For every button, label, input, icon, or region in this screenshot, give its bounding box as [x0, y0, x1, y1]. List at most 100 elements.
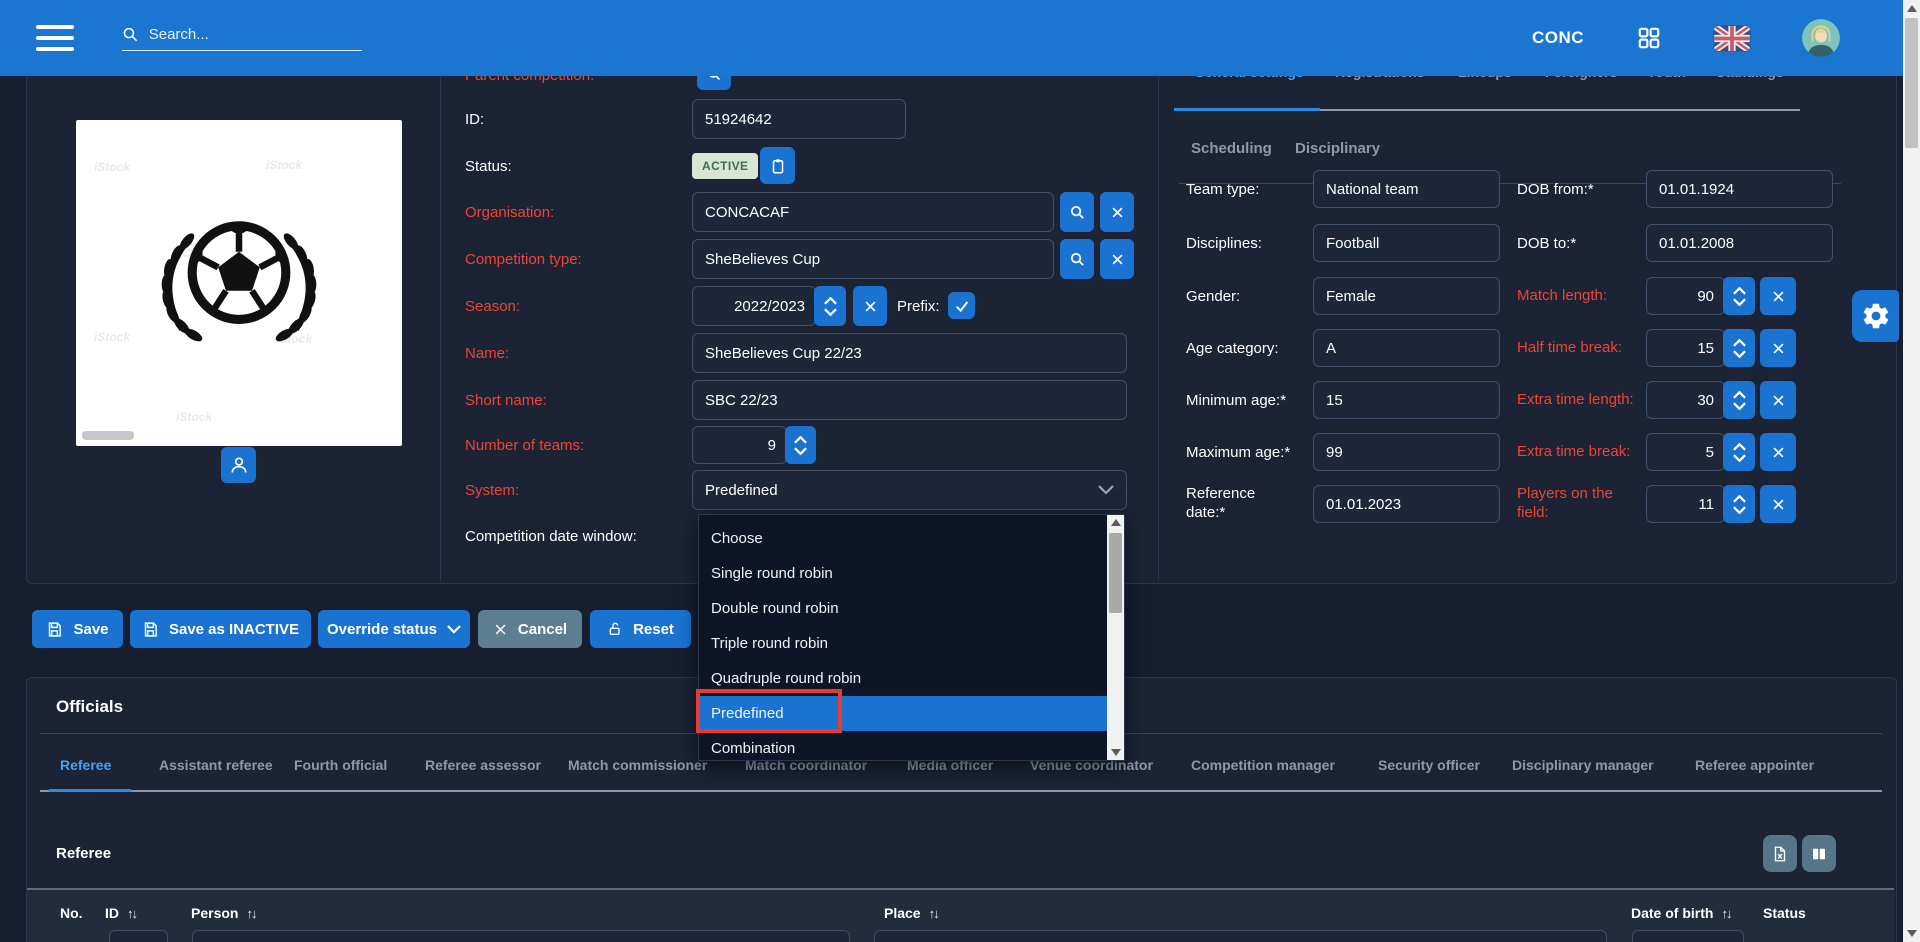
hamburger-menu-button[interactable] — [36, 25, 74, 51]
extra-time-break-stepper[interactable] — [1723, 433, 1755, 471]
column-header-place[interactable]: Place↑↓ — [884, 905, 938, 921]
players-on-field-field[interactable]: 11 — [1646, 485, 1725, 523]
dropdown-option-choose[interactable]: Choose — [699, 521, 1107, 556]
apps-grid-icon[interactable] — [1636, 25, 1662, 51]
team-type-field[interactable]: National team — [1313, 170, 1500, 208]
organisation-code[interactable]: CONC — [1532, 28, 1584, 48]
export-excel-button[interactable] — [1763, 835, 1797, 872]
columns-toggle-button[interactable] — [1802, 835, 1836, 872]
system-select[interactable]: Predefined — [692, 470, 1127, 510]
column-header-date-of-birth[interactable]: Date of birth↑↓ — [1631, 905, 1730, 921]
chevron-up-icon — [824, 297, 837, 305]
competition-type-search-button[interactable] — [1060, 239, 1094, 279]
gender-field[interactable]: Female — [1313, 277, 1500, 315]
prefix-checkbox[interactable] — [948, 292, 975, 319]
override-status-button[interactable]: Override status — [318, 610, 470, 648]
page-scrollbar-thumb[interactable] — [1905, 18, 1918, 148]
disciplines-field[interactable]: Football — [1313, 224, 1500, 262]
officials-tab-fourth-official[interactable]: Fourth official — [294, 757, 387, 773]
reference-date-field[interactable]: 01.01.2023 — [1313, 485, 1500, 523]
maximum-age-field[interactable]: 99 — [1313, 433, 1500, 471]
dropdown-scrollbar-thumb[interactable] — [1109, 533, 1122, 613]
extra-time-length-stepper[interactable] — [1723, 381, 1755, 419]
settings-gear-button[interactable] — [1852, 290, 1899, 342]
match-length-clear-button[interactable] — [1760, 277, 1796, 315]
tab-disciplinary[interactable]: Disciplinary — [1295, 140, 1380, 157]
season-field[interactable]: 2022/2023 — [692, 286, 816, 326]
dropdown-option-combination[interactable]: Combination — [699, 731, 1107, 761]
extra-time-break-field[interactable]: 5 — [1646, 433, 1725, 471]
close-icon — [1771, 445, 1786, 460]
prefix-label: Prefix: — [897, 286, 940, 326]
page-scrollbar[interactable] — [1903, 0, 1920, 942]
match-length-stepper[interactable] — [1723, 277, 1755, 315]
tab-scheduling[interactable]: Scheduling — [1191, 140, 1272, 157]
cancel-button[interactable]: Cancel — [478, 610, 582, 648]
players-on-field-stepper[interactable] — [1723, 485, 1755, 523]
half-time-break-clear-button[interactable] — [1760, 329, 1796, 367]
officials-tab-match-commissioner[interactable]: Match commissioner — [568, 757, 707, 773]
watermark-text: iStock — [176, 410, 212, 424]
extra-time-length-field[interactable]: 30 — [1646, 381, 1725, 419]
date-of-birth-filter-input[interactable] — [1632, 930, 1744, 942]
organisation-clear-button[interactable] — [1100, 192, 1134, 232]
officials-tab-security-officer[interactable]: Security officer — [1378, 757, 1480, 773]
players-on-field-label: Players on the field: — [1517, 485, 1639, 523]
id-field[interactable]: 51924642 — [692, 99, 906, 139]
match-length-field[interactable]: 90 — [1646, 277, 1725, 315]
competition-type-field[interactable]: SheBelieves Cup — [692, 239, 1054, 279]
column-header-person[interactable]: Person↑↓ — [191, 905, 255, 921]
officials-tab-referee-appointer[interactable]: Referee appointer — [1695, 757, 1814, 773]
competition-type-clear-button[interactable] — [1100, 239, 1134, 279]
officials-tab-competition-manager[interactable]: Competition manager — [1191, 757, 1335, 773]
reset-button[interactable]: Reset — [590, 610, 691, 648]
players-on-field-clear-button[interactable] — [1760, 485, 1796, 523]
season-clear-button[interactable] — [853, 286, 887, 326]
dob-to-field[interactable]: 01.01.2008 — [1646, 224, 1833, 262]
scroll-up-icon[interactable] — [1907, 5, 1917, 12]
save-icon — [46, 621, 63, 638]
officials-tab-assistant-referee[interactable]: Assistant referee — [159, 757, 273, 773]
place-filter-input[interactable] — [874, 930, 1607, 942]
organisation-field[interactable]: CONCACAF — [692, 192, 1054, 232]
extra-time-length-clear-button[interactable] — [1760, 381, 1796, 419]
short-name-field[interactable]: SBC 22/23 — [692, 380, 1127, 420]
search-input[interactable] — [147, 25, 362, 44]
season-stepper[interactable] — [814, 286, 846, 326]
scroll-down-icon[interactable] — [1907, 930, 1917, 937]
dropdown-option-single-round-robin[interactable]: Single round robin — [699, 556, 1107, 591]
clipboard-icon — [769, 157, 787, 175]
id-filter-input[interactable] — [109, 930, 168, 942]
sort-icon[interactable]: ↑↓ — [127, 906, 136, 921]
upload-logo-button[interactable] — [221, 447, 256, 483]
column-header-id[interactable]: ID↑↓ — [105, 905, 136, 921]
officials-tab-referee[interactable]: Referee — [60, 757, 111, 773]
number-of-teams-stepper[interactable] — [785, 426, 816, 464]
name-field[interactable]: SheBelieves Cup 22/23 — [692, 333, 1127, 373]
sort-icon[interactable]: ↑↓ — [929, 906, 938, 921]
scroll-down-icon[interactable] — [1111, 749, 1121, 756]
age-category-field[interactable]: A — [1313, 329, 1500, 367]
sort-icon[interactable]: ↑↓ — [246, 906, 255, 921]
half-time-break-field[interactable]: 15 — [1646, 329, 1725, 367]
status-history-button[interactable] — [760, 147, 795, 184]
extra-time-break-clear-button[interactable] — [1760, 433, 1796, 471]
dob-from-field[interactable]: 01.01.1924 — [1646, 170, 1833, 208]
language-flag-uk[interactable] — [1714, 26, 1750, 51]
officials-tab-disciplinary-manager[interactable]: Disciplinary manager — [1512, 757, 1654, 773]
dropdown-option-triple-round-robin[interactable]: Triple round robin — [699, 626, 1107, 661]
user-avatar[interactable] — [1802, 19, 1840, 57]
officials-tab-referee-assessor[interactable]: Referee assessor — [425, 757, 541, 773]
scroll-up-icon[interactable] — [1111, 519, 1121, 526]
dropdown-option-double-round-robin[interactable]: Double round robin — [699, 591, 1107, 626]
sort-icon[interactable]: ↑↓ — [1721, 906, 1730, 921]
person-filter-input[interactable] — [192, 930, 850, 942]
half-time-break-stepper[interactable] — [1723, 329, 1755, 367]
minimum-age-field[interactable]: 15 — [1313, 381, 1500, 419]
save-as-inactive-button[interactable]: Save as INACTIVE — [130, 610, 311, 648]
save-button[interactable]: Save — [32, 610, 123, 648]
dropdown-scrollbar[interactable] — [1107, 515, 1124, 760]
number-of-teams-field[interactable]: 9 — [692, 426, 787, 464]
top-bar: CONC — [0, 0, 1920, 76]
organisation-search-button[interactable] — [1060, 192, 1094, 232]
